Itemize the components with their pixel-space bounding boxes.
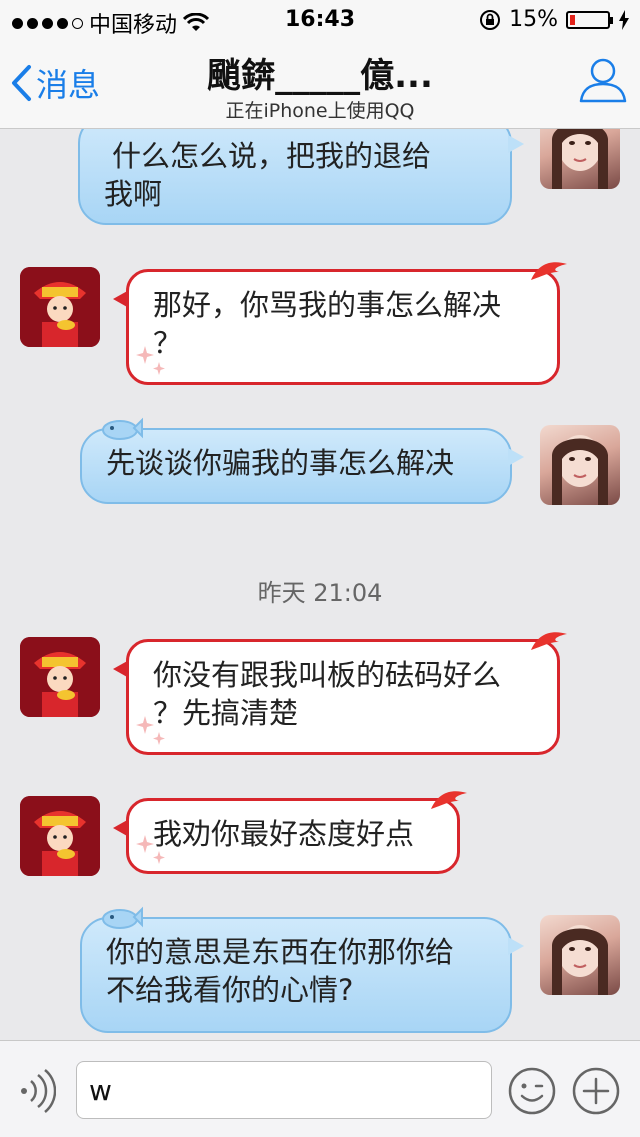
rotation-lock-icon [480,9,501,30]
charging-icon [619,9,629,30]
chevron-left-icon [12,65,31,101]
avatar-image [20,637,100,717]
message-line: 你的意思是东西在你那你给 [106,935,455,969]
my-avatar[interactable] [540,425,620,505]
message-bubble-received[interactable]: 你没有跟我叫板的砝码好么 ？先搞清楚 [113,632,567,755]
whale-decoration-icon [102,906,143,929]
avatar-image [20,796,100,876]
message-line: 那好，你骂我的事怎么解决 [153,288,502,322]
contact-avatar[interactable] [20,267,100,347]
person-icon [579,58,627,103]
message-line: 你没有跟我叫板的砝码好么 [153,658,502,692]
chat-area[interactable]: 什么怎么说，把我的退给 我啊 那好，你骂我的事怎么解决 ？ 先谈谈你骗我的事怎么… [0,129,640,1040]
contact-avatar[interactable] [20,796,100,876]
contact-avatar[interactable] [20,637,100,717]
flame-decoration-icon [531,632,567,650]
message-line: 我劝你最好态度好点 [153,817,415,851]
input-bar: w [0,1040,640,1137]
message-bubble-sent[interactable]: 先谈谈你骗我的事怎么解决 [80,417,524,504]
avatar-image [552,925,608,995]
message-line: 我啊 [104,177,163,211]
nav-bar: 消息 颵錛_____億... 正在iPhone上使用QQ [0,40,640,129]
message-bubble-received[interactable]: 我劝你最好态度好点 [113,791,467,874]
message-input[interactable]: w [76,1061,492,1119]
message-line: 不给我看你的心情? [106,973,354,1007]
whale-decoration-icon [102,417,143,440]
back-button[interactable]: 消息 [10,60,100,106]
message-bubble-sent[interactable]: 什么怎么说，把我的退给 我啊 [78,129,524,225]
my-avatar[interactable] [540,915,620,995]
voice-button[interactable] [16,1069,57,1117]
my-avatar[interactable] [540,129,620,189]
voice-icon [21,1069,57,1113]
chat-subtitle: 正在iPhone上使用QQ [225,100,415,122]
emoji-icon [508,1067,556,1115]
status-right: 15% [479,7,630,32]
battery-percent: 15% [509,7,558,32]
plus-button[interactable] [572,1067,620,1119]
message-bubble-sent[interactable]: 你的意思是东西在你那你给 不给我看你的心情? [80,906,524,1033]
avatar-image [552,129,608,189]
plus-icon [572,1067,620,1115]
message-bubble-received[interactable]: 那好，你骂我的事怎么解决 ？ [113,262,567,385]
message-timestamp: 昨天 21:04 [257,579,383,607]
avatar-image [20,267,100,347]
message-line: ？ [153,326,183,360]
sparkle-decoration-icon [136,346,165,375]
message-line: 什么怎么说，把我的退给 [112,139,432,173]
message-line: 先谈谈你骗我的事怎么解决 [106,446,455,480]
message-line: ？先搞清楚 [153,696,299,730]
battery-level [570,14,575,25]
sparkle-decoration-icon [136,716,165,745]
back-label: 消息 [36,66,101,104]
chat-title: 颵錛_____億... [207,56,433,96]
avatar-image [552,435,608,505]
emoji-button[interactable] [508,1067,556,1119]
status-bar: 中国移动 16:43 15% [0,0,640,40]
profile-button[interactable] [578,54,628,108]
flame-decoration-icon [431,791,467,809]
battery-icon [566,10,613,29]
sparkle-decoration-icon [136,835,165,864]
flame-decoration-icon [531,262,567,280]
